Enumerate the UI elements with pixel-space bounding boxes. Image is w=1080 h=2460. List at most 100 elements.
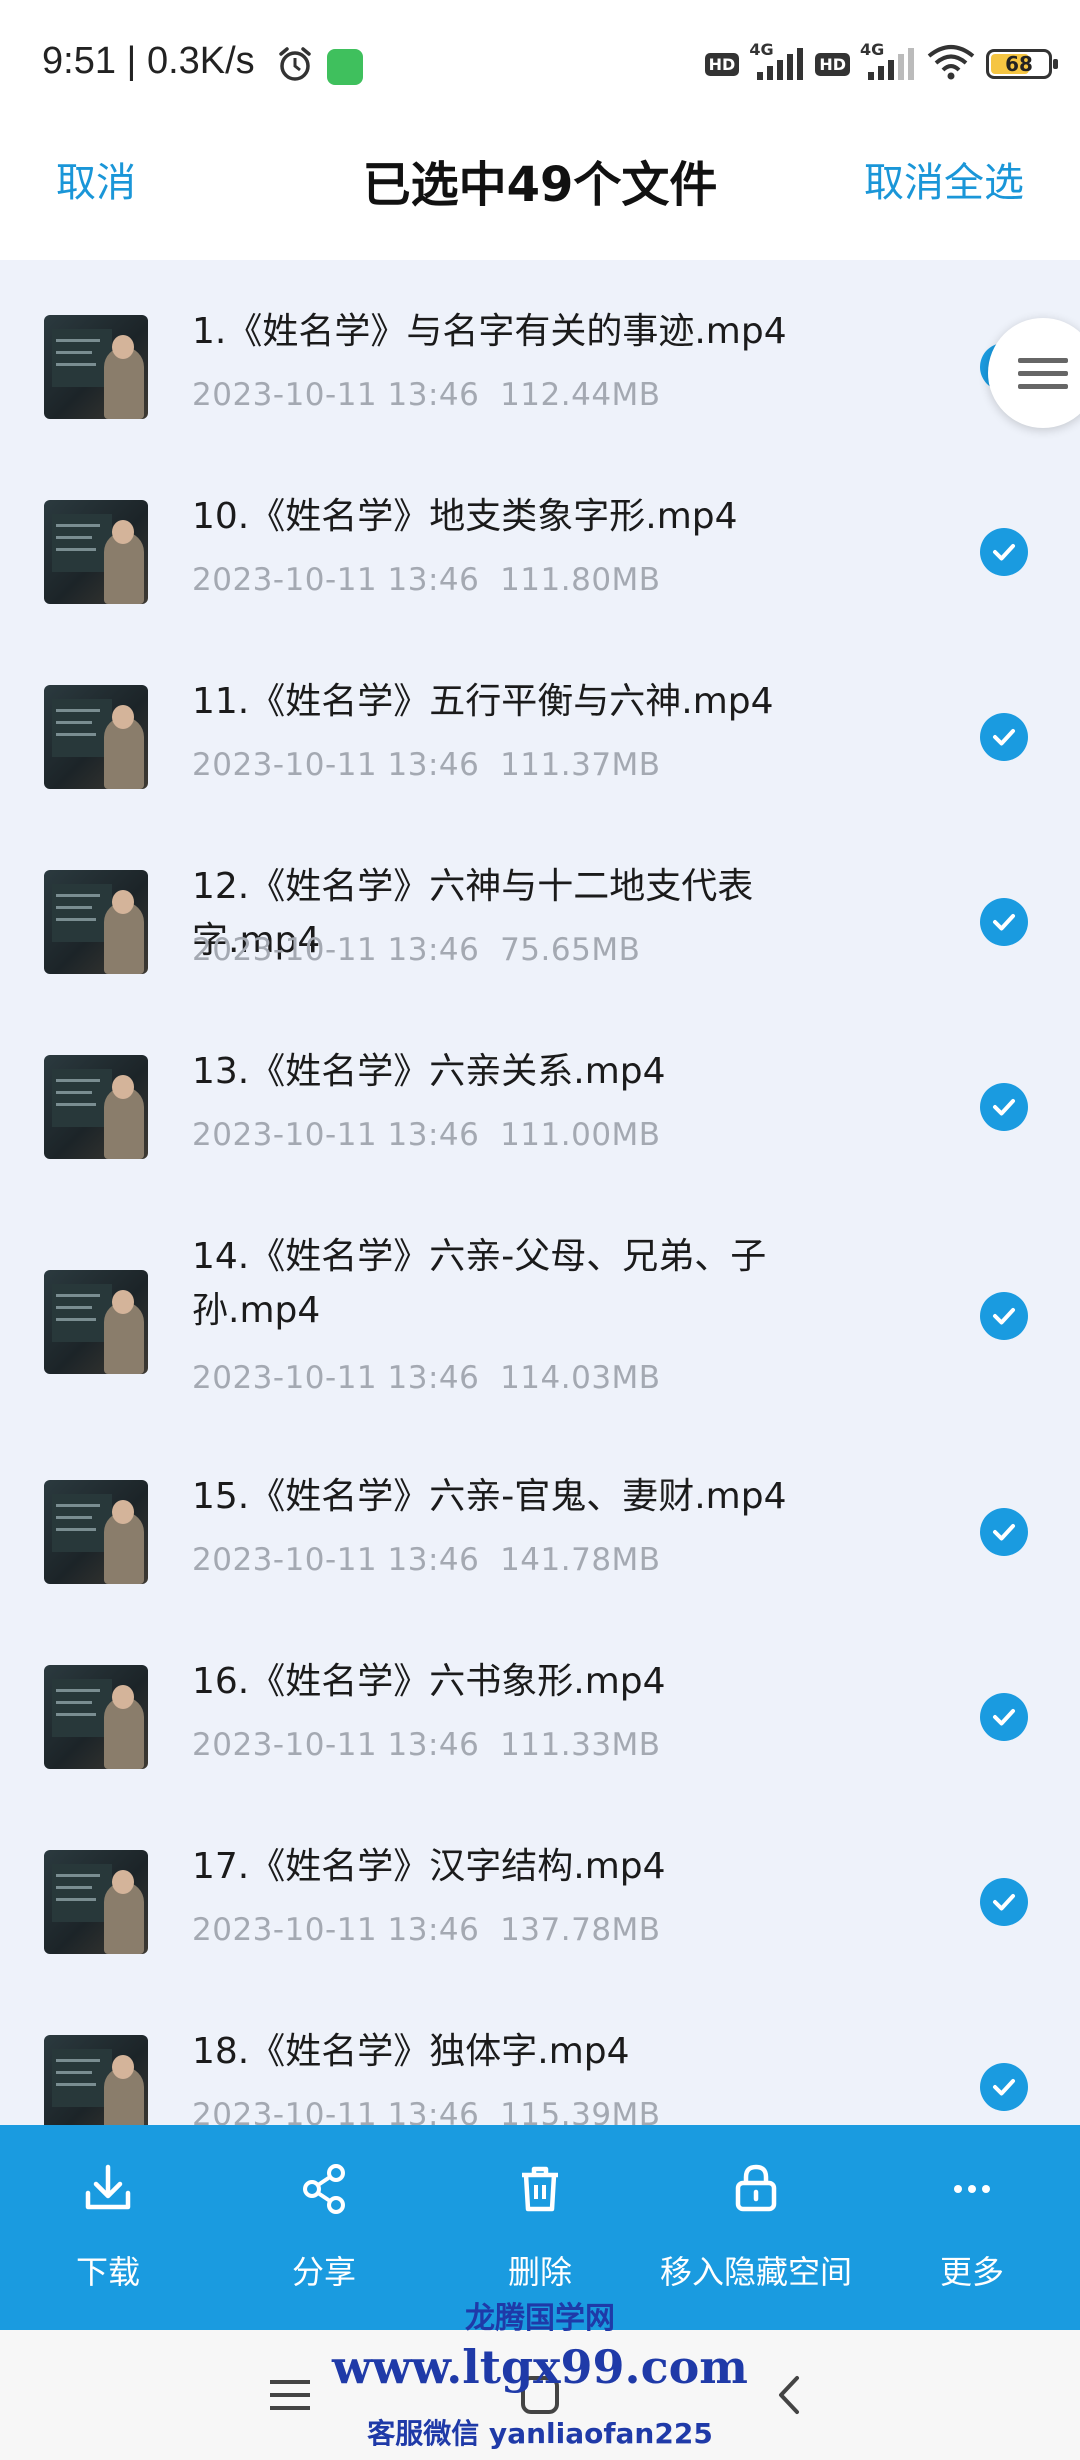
file-name: 10.《姓名学》地支类象字形.mp4 [192, 496, 738, 537]
video-thumbnail [44, 1665, 148, 1769]
selected-check-icon[interactable] [980, 2063, 1028, 2111]
file-date: 2023-10-11 13:46 [192, 1360, 480, 1396]
file-row[interactable]: 18.《姓名学》独体字.mp4 2023-10-11 13:46 115.39MB [0, 2025, 1080, 2125]
file-size: 112.44MB [500, 377, 661, 413]
file-row[interactable]: 16.《姓名学》六书象形.mp4 2023-10-11 13:46 111.33M… [0, 1655, 1080, 1830]
file-size: 114.03MB [500, 1360, 661, 1396]
file-meta: 2023-10-11 13:46 111.00MB [192, 1117, 661, 1153]
status-bar: 9:51 | 0.3K/s HD 4G HD 4G 68 [0, 0, 1080, 135]
file-date: 2023-10-11 13:46 [192, 377, 480, 413]
file-size: 141.78MB [500, 1542, 661, 1578]
trash-icon [522, 2166, 558, 2212]
video-thumbnail [44, 1480, 148, 1584]
selection-header: 取消 已选中49个文件 取消全选 [0, 135, 1080, 260]
lock-icon [735, 2164, 777, 2212]
file-date: 2023-10-11 13:46 [192, 1727, 480, 1763]
menu-icon [1018, 358, 1068, 389]
watermark-contact: 客服微信 yanliaofan225 [367, 2417, 713, 2450]
file-size: 111.80MB [500, 562, 661, 598]
file-size: 111.00MB [500, 1117, 661, 1153]
selected-check-icon[interactable] [980, 898, 1028, 946]
more-icon [954, 2185, 990, 2193]
wechat-notification-icon [327, 49, 363, 85]
network-type-label: 4G [749, 40, 774, 59]
video-thumbnail [44, 500, 148, 604]
file-date: 2023-10-11 13:46 [192, 932, 480, 968]
selected-check-icon[interactable] [980, 1083, 1028, 1131]
file-size: 115.39MB [500, 2097, 661, 2125]
file-meta: 2023-10-11 13:46 137.78MB [192, 1912, 661, 1948]
video-thumbnail [44, 870, 148, 974]
file-meta: 2023-10-11 13:46 111.80MB [192, 562, 661, 598]
file-name: 18.《姓名学》独体字.mp4 [192, 2031, 630, 2072]
action-label: 移入隐藏空间 [659, 2253, 852, 2291]
file-row[interactable]: 17.《姓名学》汉字结构.mp4 2023-10-11 13:46 137.78M… [0, 1840, 1080, 2015]
selected-check-icon[interactable] [980, 1508, 1028, 1556]
battery-icon: 68 [986, 49, 1058, 79]
file-date: 2023-10-11 13:46 [192, 1912, 480, 1948]
file-meta: 2023-10-11 13:46 114.03MB [192, 1360, 661, 1396]
video-thumbnail [44, 1850, 148, 1954]
file-row[interactable]: 12.《姓名学》六神与十二地支代表字.mp4 2023-10-11 13:46 7… [0, 860, 1080, 1035]
status-time: 9:51 | 0.3K/s [42, 40, 255, 82]
file-size: 137.78MB [500, 1912, 661, 1948]
file-name: 14.《姓名学》六亲-父母、兄弟、子孙.mp4 [192, 1236, 767, 1331]
file-meta: 2023-10-11 13:46 111.37MB [192, 747, 661, 783]
file-row[interactable]: 15.《姓名学》六亲-官鬼、妻财.mp4 2023-10-11 13:46 141… [0, 1470, 1080, 1645]
video-thumbnail [44, 2035, 148, 2125]
wifi-icon [926, 44, 976, 84]
file-name: 17.《姓名学》汉字结构.mp4 [192, 1846, 666, 1887]
selected-check-icon[interactable] [980, 713, 1028, 761]
video-thumbnail [44, 315, 148, 419]
action-label: 更多 [939, 2253, 1004, 2291]
battery-level: 68 [1005, 52, 1033, 76]
video-thumbnail [44, 685, 148, 789]
action-label: 下载 [75, 2253, 140, 2291]
file-row[interactable]: 1.《姓名学》与名字有关的事迹.mp4 2023-10-11 13:46 112.… [0, 305, 1080, 480]
selected-check-icon[interactable] [980, 528, 1028, 576]
floating-menu-handle[interactable] [988, 318, 1080, 428]
file-meta: 2023-10-11 13:46 115.39MB [192, 2097, 661, 2125]
watermark-brand: 龙腾国学网 [465, 2301, 615, 2336]
signal-icon: 4G [749, 40, 805, 82]
file-date: 2023-10-11 13:46 [192, 2097, 480, 2125]
network-type-label: 4G [860, 40, 885, 59]
action-label: 分享 [291, 2253, 356, 2291]
download-icon [85, 2164, 131, 2210]
alarm-icon [275, 44, 315, 88]
file-name: 15.《姓名学》六亲-官鬼、妻财.mp4 [192, 1476, 787, 1517]
file-name: 13.《姓名学》六亲关系.mp4 [192, 1051, 666, 1092]
selected-check-icon[interactable] [980, 1878, 1028, 1926]
selected-check-icon[interactable] [980, 1292, 1028, 1340]
file-size: 75.65MB [500, 932, 641, 968]
file-row[interactable]: 11.《姓名学》五行平衡与六神.mp4 2023-10-11 13:46 111.… [0, 675, 1080, 850]
video-thumbnail [44, 1270, 148, 1374]
file-date: 2023-10-11 13:46 [192, 1117, 480, 1153]
watermark-url: www.ltgx99.com [332, 2340, 748, 2394]
file-list[interactable]: 1.《姓名学》与名字有关的事迹.mp4 2023-10-11 13:46 112.… [0, 275, 1080, 2125]
file-date: 2023-10-11 13:46 [192, 747, 480, 783]
file-meta: 2023-10-11 13:46 112.44MB [192, 377, 661, 413]
file-row[interactable]: 10.《姓名学》地支类象字形.mp4 2023-10-11 13:46 111.8… [0, 490, 1080, 665]
file-meta: 2023-10-11 13:46 75.65MB [192, 932, 640, 968]
file-name: 11.《姓名学》五行平衡与六神.mp4 [192, 681, 774, 722]
hd-badge: HD [704, 52, 740, 76]
file-name: 1.《姓名学》与名字有关的事迹.mp4 [192, 311, 787, 352]
file-size: 111.33MB [500, 1727, 661, 1763]
signal-icon: 4G [860, 40, 916, 82]
cancel-select-all-button[interactable]: 取消全选 [864, 150, 1024, 208]
file-date: 2023-10-11 13:46 [192, 562, 480, 598]
file-name: 16.《姓名学》六书象形.mp4 [192, 1661, 666, 1702]
share-icon [303, 2164, 345, 2214]
file-date: 2023-10-11 13:46 [192, 1542, 480, 1578]
hd-badge: HD [815, 52, 850, 76]
action-label: 删除 [507, 2253, 572, 2291]
video-thumbnail [44, 1055, 148, 1159]
file-size: 111.37MB [500, 747, 661, 783]
status-indicators: HD 4G HD 4G 68 [704, 40, 1058, 84]
file-meta: 2023-10-11 13:46 141.78MB [192, 1542, 661, 1578]
file-row[interactable]: 13.《姓名学》六亲关系.mp4 2023-10-11 13:46 111.00M… [0, 1045, 1080, 1220]
selected-check-icon[interactable] [980, 1693, 1028, 1741]
file-row[interactable]: 14.《姓名学》六亲-父母、兄弟、子孙.mp4 2023-10-11 13:46 … [0, 1230, 1080, 1460]
file-meta: 2023-10-11 13:46 111.33MB [192, 1727, 661, 1763]
